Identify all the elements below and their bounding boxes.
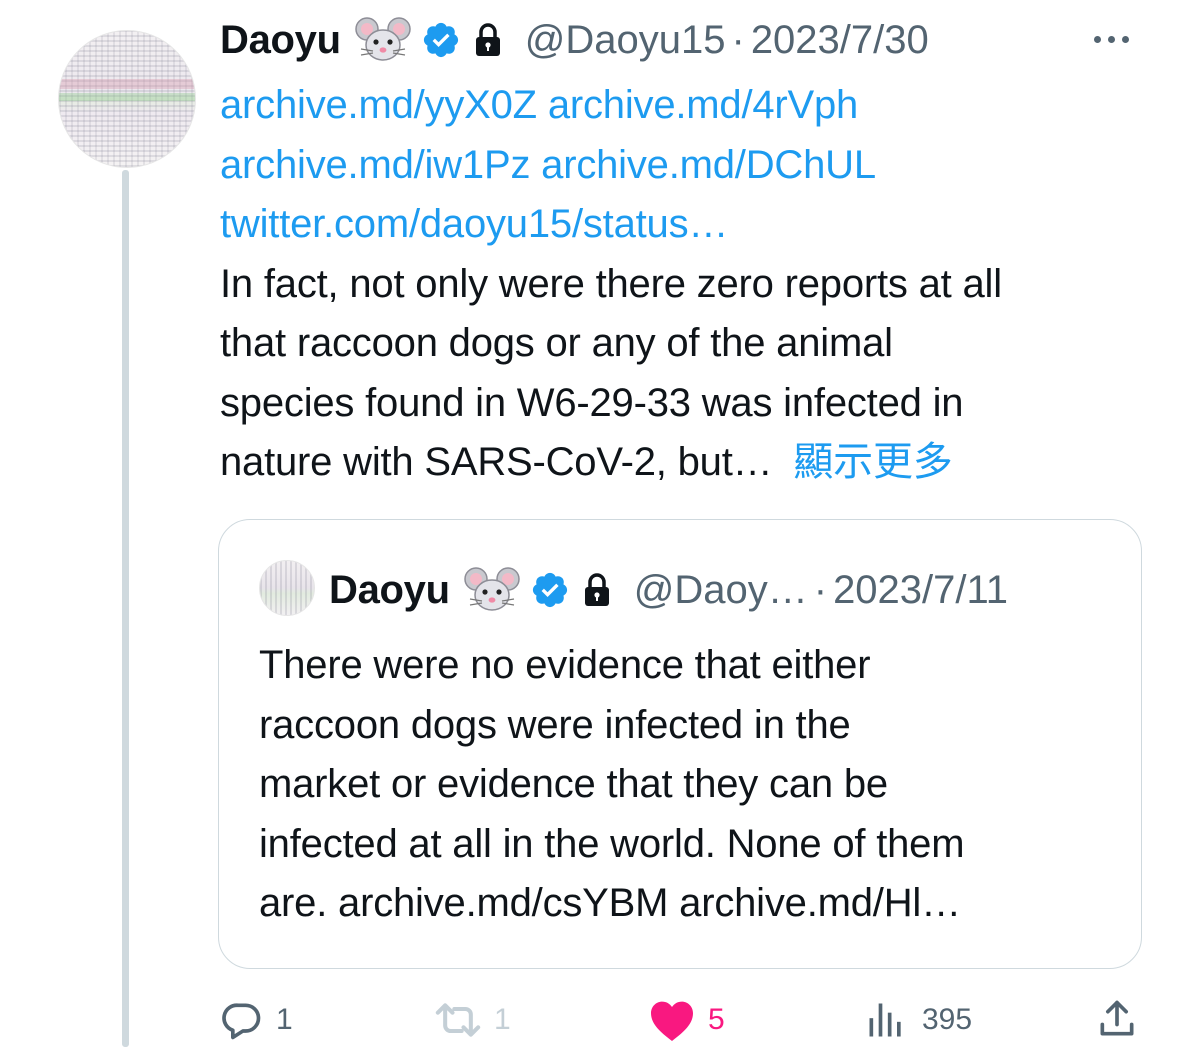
author-avatar[interactable]	[58, 30, 196, 168]
tweet-header: Daoyu @Daoyu15 · 2023/7/30	[220, 14, 929, 66]
quoted-author-avatar	[259, 560, 315, 616]
quoted-text-line: market or evidence that they can be	[259, 762, 888, 806]
show-more-link[interactable]: 顯示更多	[793, 440, 952, 484]
mouse-face-emoji-icon	[464, 566, 520, 614]
tweet-link[interactable]: archive.md/4rVph	[548, 83, 858, 127]
quoted-text-line: There were no evidence that either	[259, 643, 871, 687]
tweet-text: archive.md/yyX0Z archive.md/4rVph archiv…	[220, 76, 1160, 493]
verified-badge-icon	[530, 570, 570, 610]
repost-count: 1	[494, 1003, 511, 1036]
share-button[interactable]	[1095, 996, 1139, 1042]
quoted-tweet-date: 2023/7/11	[833, 567, 1009, 612]
mouse-face-emoji-icon	[355, 16, 411, 64]
quoted-author-name: Daoyu	[329, 567, 450, 612]
tweet-action-bar: 1 1 5 395	[0, 990, 1200, 1047]
repost-icon	[432, 998, 484, 1042]
quoted-tweet-card[interactable]: Daoyu @Daoy… · 2023/7/11 There were no e…	[218, 519, 1142, 969]
views-count: 395	[922, 1003, 973, 1036]
tweet-text-line: species found in W6-29-33 was infected i…	[220, 380, 964, 425]
views-button[interactable]: 395	[864, 998, 972, 1042]
author-name[interactable]: Daoyu	[220, 18, 341, 63]
quoted-text-line: are. archive.md/csYBM archive.md/Hl…	[259, 881, 961, 925]
thread-connector-line	[122, 170, 129, 1047]
like-button[interactable]: 5	[648, 998, 725, 1042]
quoted-tweet-text: There were no evidence that either racco…	[259, 636, 1119, 934]
like-count: 5	[708, 1003, 725, 1036]
tweet-date[interactable]: 2023/7/30	[751, 18, 929, 63]
quoted-tweet-header: Daoyu @Daoy… · 2023/7/11	[329, 562, 1008, 618]
heart-icon	[648, 998, 696, 1042]
reply-count: 1	[276, 1003, 293, 1036]
quoted-text-line: raccoon dogs were infected in the	[259, 702, 851, 747]
protected-lock-icon	[473, 22, 503, 58]
views-chart-icon	[864, 998, 908, 1042]
tweet-link[interactable]: archive.md/DChUL	[541, 143, 876, 187]
share-icon	[1095, 996, 1139, 1042]
verified-badge-icon[interactable]	[421, 20, 461, 60]
tweet-link[interactable]: twitter.com/daoyu15/status…	[220, 202, 728, 246]
tweet-link[interactable]: archive.md/yyX0Z	[220, 83, 537, 127]
more-options-icon[interactable]	[1094, 36, 1129, 43]
quoted-author-handle: @Daoy…	[633, 567, 808, 612]
author-handle[interactable]: @Daoyu15	[525, 18, 726, 63]
reply-button[interactable]: 1	[220, 998, 293, 1042]
reply-icon	[220, 998, 264, 1042]
header-separator: ·	[813, 567, 828, 612]
quoted-text-line: infected at all in the world. None of th…	[259, 821, 965, 866]
tweet-text-line: In fact, not only were there zero report…	[220, 261, 1002, 306]
header-separator: ·	[731, 17, 745, 62]
tweet-link[interactable]: archive.md/iw1Pz	[220, 143, 530, 187]
protected-lock-icon	[582, 572, 612, 608]
tweet-text-line: that raccoon dogs or any of the animal	[220, 321, 893, 365]
tweet-text-line: nature with SARS-CoV-2, but…	[220, 440, 773, 484]
repost-button[interactable]: 1	[432, 998, 511, 1042]
